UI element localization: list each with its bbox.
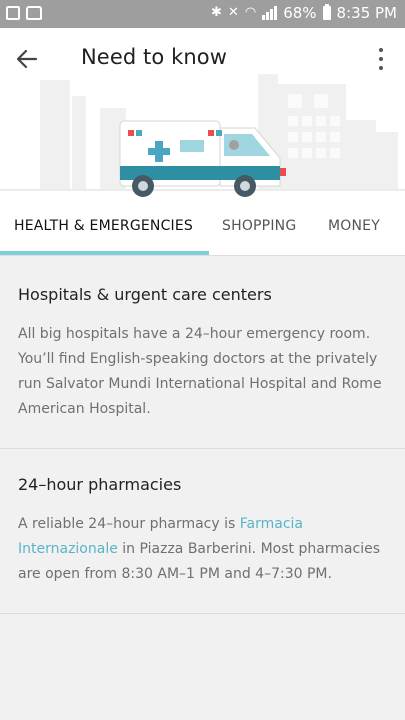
tab-shopping[interactable]: SHOPPING [222,200,296,255]
section-body: A reliable 24–hour pharmacy is Farmacia I… [18,512,388,587]
app-header: Need to know [0,28,405,200]
tab-health-emergencies[interactable]: HEALTH & EMERGENCIES [14,200,193,255]
battery-percent: 68% [283,4,317,22]
overflow-menu-button[interactable] [377,48,385,70]
battery-icon [322,4,331,20]
gallery-notification-icon [6,6,20,20]
bluetooth-icon: ✱ [211,5,222,20]
car-notification-icon [26,6,42,20]
tab-bar: HEALTH & EMERGENCIES SHOPPING MONEY [0,200,405,256]
pharmacy-link-part-1[interactable]: Farmacia [240,516,303,532]
clock: 8:35 PM [336,4,397,22]
section-pharmacies: 24–hour pharmacies A reliable 24–hour ph… [0,449,405,614]
section-body: All big hospitals have a 24–hour emergen… [18,326,382,417]
section-hospitals: Hospitals & urgent care centers All big … [0,256,405,449]
page-title: Need to know [81,45,228,69]
tab-money[interactable]: MONEY [328,200,380,255]
section-title: Hospitals & urgent care centers [18,285,272,304]
wifi-icon: ◠ [244,5,257,20]
ambulance-illustration [0,74,405,197]
content-area: Hospitals & urgent care centers All big … [0,256,405,614]
status-bar: ✱ ✕ ◠ 68% 8:35 PM [0,0,405,28]
signal-icon [262,6,278,20]
body-text-prefix: A reliable 24–hour pharmacy is [18,516,240,532]
section-title: 24–hour pharmacies [18,475,182,494]
active-tab-indicator [0,251,209,255]
pharmacy-link-part-2[interactable]: Internazionale [18,541,118,557]
mute-icon: ✕ [227,5,239,20]
